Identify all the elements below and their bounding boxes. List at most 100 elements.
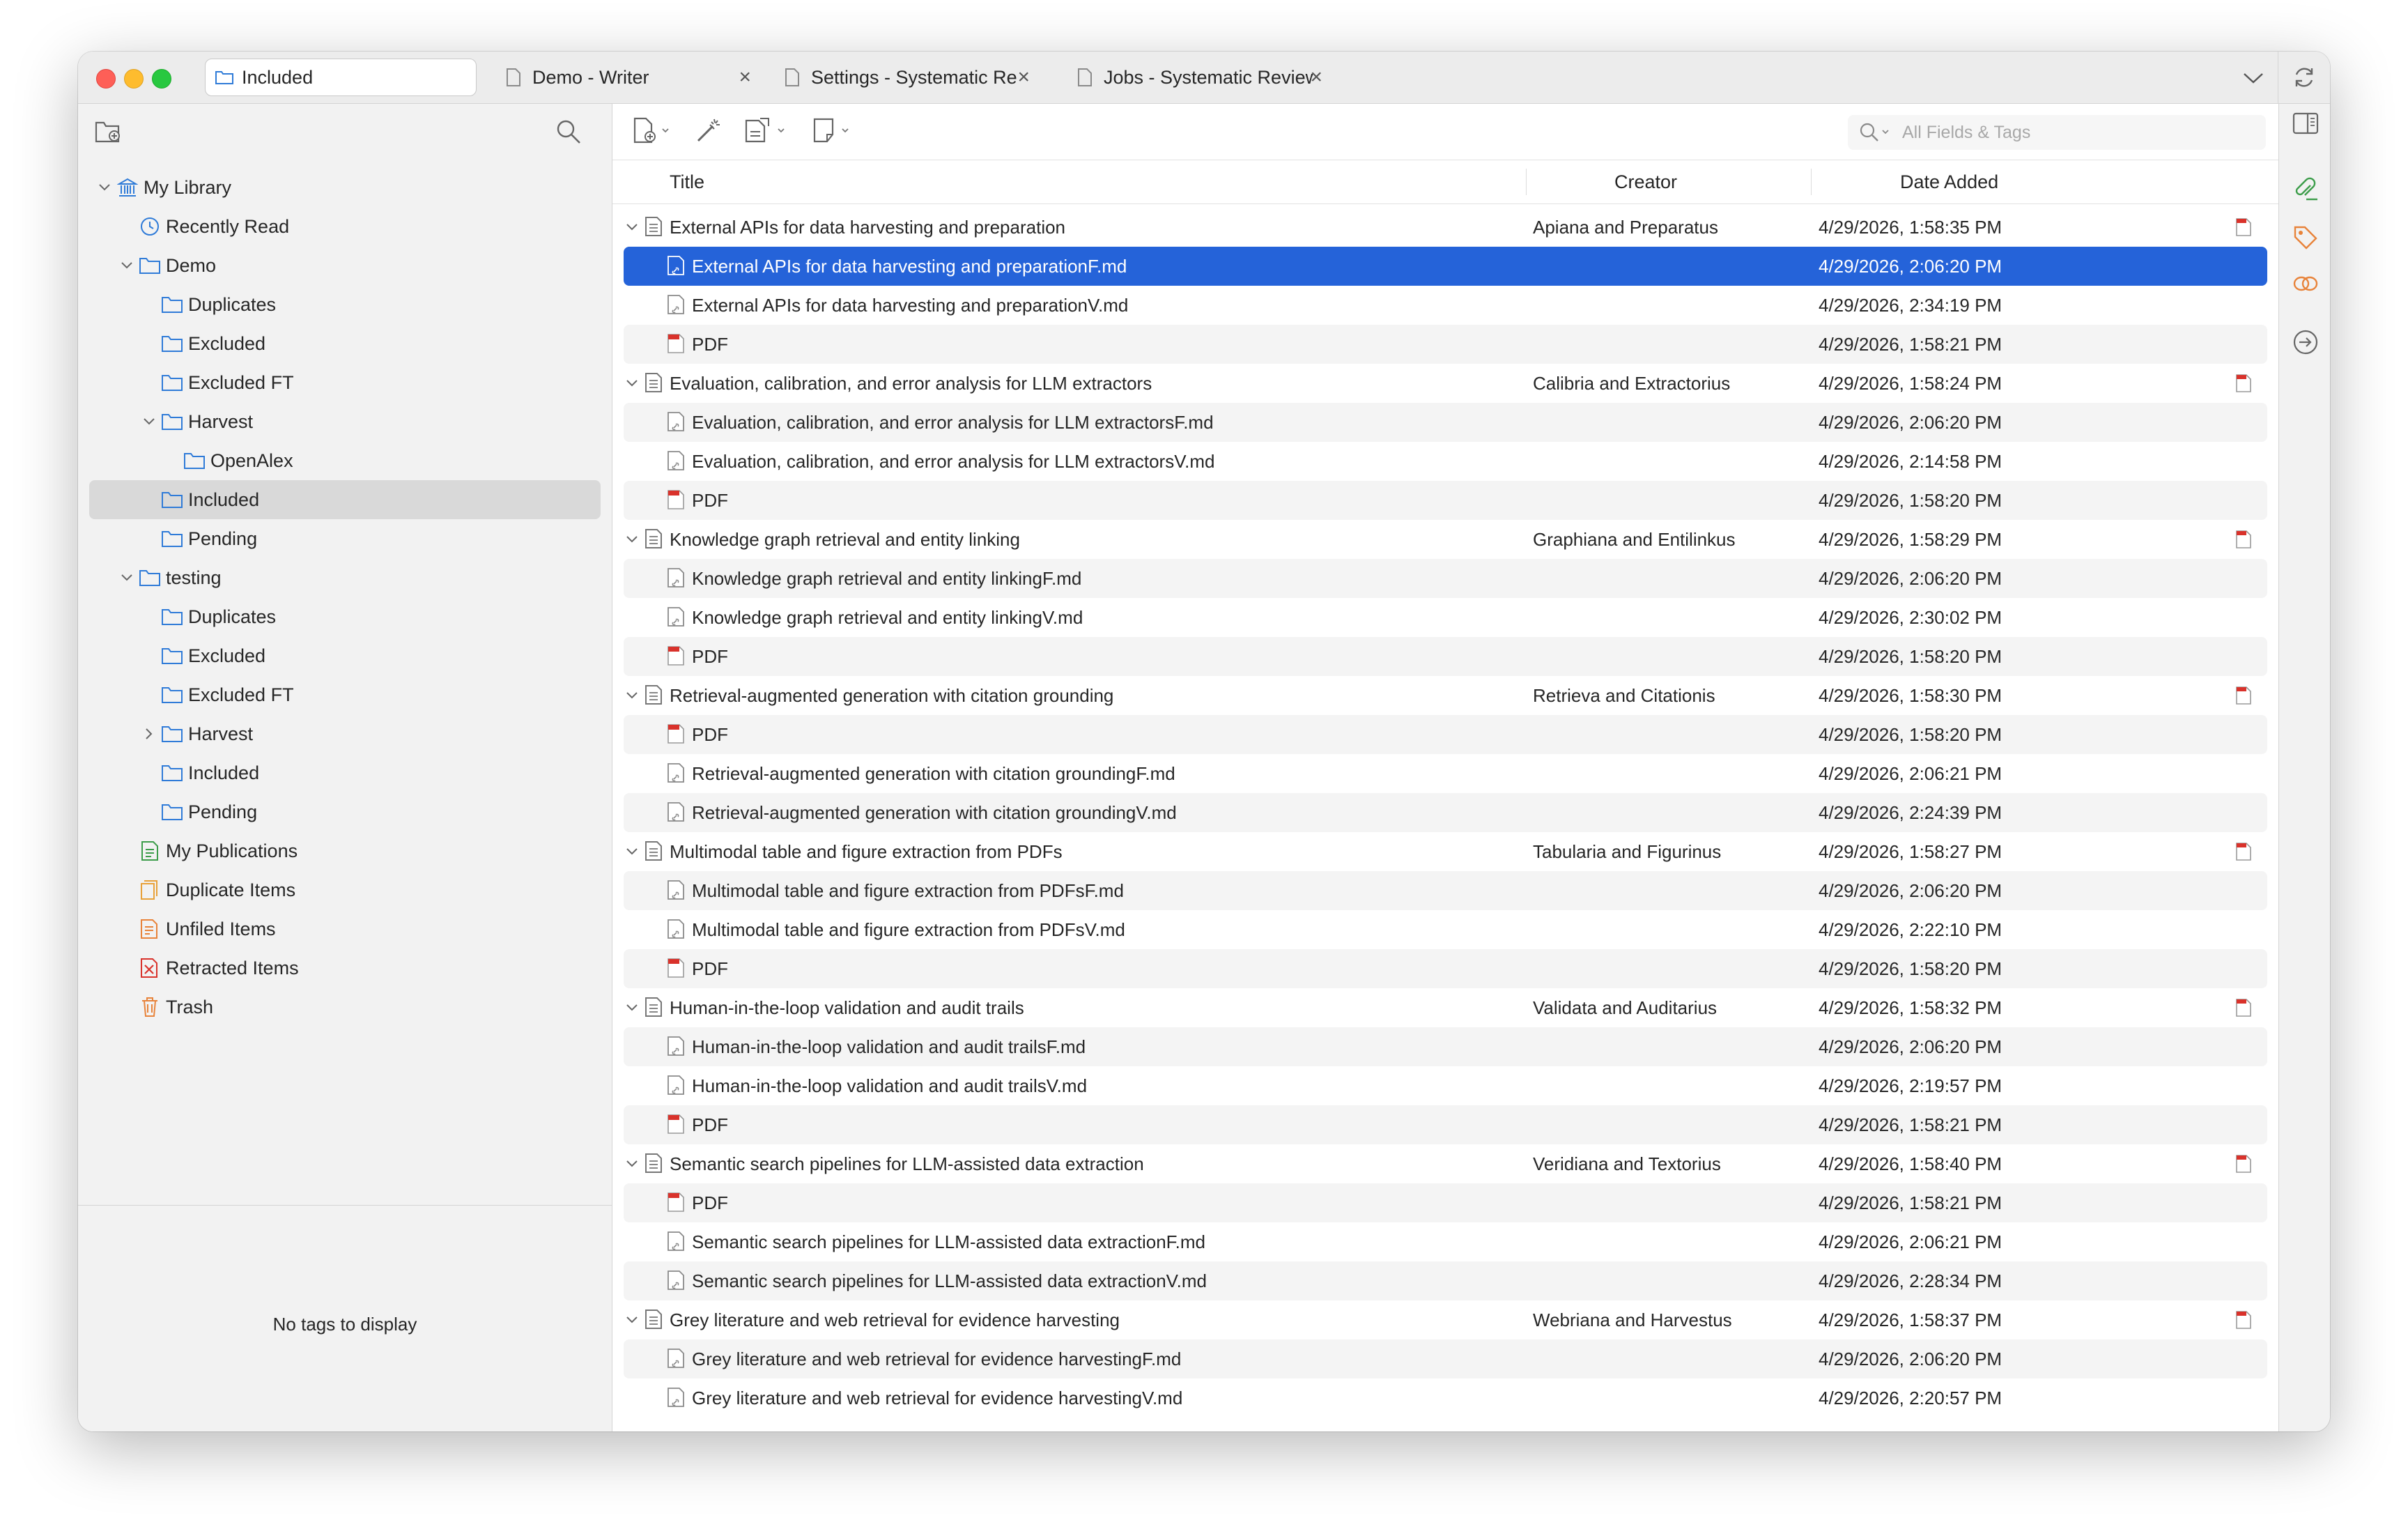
item-row[interactable]: Retrieval-augmented generation with cita…	[624, 676, 2267, 715]
sidebar-item-testing[interactable]: testing	[89, 558, 601, 597]
sidebar-item-unfiled-items[interactable]: Unfiled Items	[89, 909, 601, 949]
attachments-section-icon[interactable]	[2292, 176, 2320, 204]
chevron-down-icon[interactable]	[118, 569, 135, 586]
add-attachment-button[interactable]	[743, 116, 789, 147]
search-collections-icon[interactable]	[553, 118, 584, 146]
sidebar-item-duplicates[interactable]: Duplicates	[89, 285, 601, 324]
item-row[interactable]: Knowledge graph retrieval and entity lin…	[624, 520, 2267, 559]
locate-icon[interactable]	[2292, 328, 2320, 356]
sidebar-item-excluded[interactable]: Excluded	[89, 324, 601, 363]
new-note-button[interactable]	[812, 116, 855, 147]
sidebar-item-excluded-ft[interactable]: Excluded FT	[89, 363, 601, 402]
item-row[interactable]: Human-in-the-loop validation and audit t…	[624, 988, 2267, 1027]
sidebar-item-excluded[interactable]: Excluded	[89, 636, 601, 675]
sidebar-item-pending[interactable]: Pending	[89, 792, 601, 831]
tabs-menu-chevron-icon[interactable]	[2239, 64, 2267, 92]
attachment-row[interactable]: External APIs for data harvesting and pr…	[624, 286, 2267, 325]
pdf-attachment-icon[interactable]	[2235, 530, 2255, 549]
attachment-row[interactable]: External APIs for data harvesting and pr…	[624, 247, 2267, 286]
search-field[interactable]: All Fields & Tags	[1848, 115, 2266, 150]
item-row[interactable]: Evaluation, calibration, and error analy…	[624, 364, 2267, 403]
pdf-attachment-icon[interactable]	[2235, 217, 2255, 237]
close-window-button[interactable]	[96, 69, 116, 89]
new-item-button[interactable]	[632, 116, 672, 147]
attachment-row[interactable]: Knowledge graph retrieval and entity lin…	[624, 559, 2267, 598]
maximize-window-button[interactable]	[152, 69, 171, 89]
item-row[interactable]: External APIs for data harvesting and pr…	[624, 208, 2267, 247]
chevron-down-icon[interactable]	[624, 843, 640, 860]
attachment-row[interactable]: Multimodal table and figure extraction f…	[624, 871, 2267, 910]
tab-demo-writer[interactable]: Demo - Writer ×	[496, 59, 761, 96]
attachment-row[interactable]: PDF 4/29/2026, 1:58:21 PM	[624, 1183, 2267, 1222]
sidebar-item-harvest[interactable]: Harvest	[89, 402, 601, 441]
attachment-row[interactable]: Retrieval-augmented generation with cita…	[624, 793, 2267, 832]
sidebar-item-harvest[interactable]: Harvest	[89, 714, 601, 753]
chevron-down-icon[interactable]	[96, 179, 113, 196]
chevron-down-icon[interactable]	[624, 687, 640, 704]
attachment-row[interactable]: Multimodal table and figure extraction f…	[624, 910, 2267, 949]
attachment-row[interactable]: PDF 4/29/2026, 1:58:20 PM	[624, 949, 2267, 988]
sidebar-item-retracted-items[interactable]: Retracted Items	[89, 949, 601, 988]
sidebar-item-my-publications[interactable]: My Publications	[89, 831, 601, 870]
related-section-icon[interactable]	[2292, 270, 2320, 298]
attachment-row[interactable]: Evaluation, calibration, and error analy…	[624, 442, 2267, 481]
tags-section-icon[interactable]	[2292, 224, 2320, 252]
pdf-attachment-icon[interactable]	[2235, 1310, 2255, 1330]
pdf-attachment-icon[interactable]	[2235, 998, 2255, 1017]
item-row[interactable]: Grey literature and web retrieval for ev…	[624, 1300, 2267, 1339]
sidebar-item-demo[interactable]: Demo	[89, 246, 601, 285]
sidebar-item-included[interactable]: Included	[89, 480, 601, 519]
close-tab-icon[interactable]: ×	[1310, 66, 1322, 89]
pdf-attachment-icon[interactable]	[2235, 842, 2255, 861]
chevron-down-icon[interactable]	[624, 1312, 640, 1328]
attachment-row[interactable]: Human-in-the-loop validation and audit t…	[624, 1027, 2267, 1066]
sidebar-item-recently-read[interactable]: Recently Read	[89, 207, 601, 246]
minimize-window-button[interactable]	[124, 69, 144, 89]
chevron-down-icon[interactable]	[624, 531, 640, 548]
column-creator[interactable]: Creator	[1614, 160, 1677, 203]
sidebar-item-included[interactable]: Included	[89, 753, 601, 792]
attachment-row[interactable]: PDF 4/29/2026, 1:58:21 PM	[624, 325, 2267, 364]
tab-included[interactable]: Included	[205, 59, 477, 96]
column-separator[interactable]	[1811, 169, 1812, 195]
sync-icon[interactable]	[2278, 52, 2330, 103]
sidebar-item-duplicate-items[interactable]: Duplicate Items	[89, 870, 601, 909]
chevron-down-icon[interactable]	[624, 999, 640, 1016]
sidebar-item-my-library[interactable]: My Library	[89, 168, 601, 207]
sidebar-item-trash[interactable]: Trash	[89, 988, 601, 1027]
attachment-row[interactable]: PDF 4/29/2026, 1:58:20 PM	[624, 637, 2267, 676]
pdf-attachment-icon[interactable]	[2235, 374, 2255, 393]
column-date-added[interactable]: Date Added	[1900, 160, 1998, 203]
attachment-row[interactable]: Grey literature and web retrieval for ev…	[624, 1339, 2267, 1378]
attachment-row[interactable]: Semantic search pipelines for LLM-assist…	[624, 1222, 2267, 1261]
column-title[interactable]: Title	[670, 160, 704, 203]
attachment-row[interactable]: Knowledge graph retrieval and entity lin…	[624, 598, 2267, 637]
item-row[interactable]: Multimodal table and figure extraction f…	[624, 832, 2267, 871]
attachment-row[interactable]: Retrieval-augmented generation with cita…	[624, 754, 2267, 793]
toggle-pane-icon[interactable]	[2292, 109, 2320, 137]
sidebar-item-openalex[interactable]: OpenAlex	[89, 441, 601, 480]
attachment-row[interactable]: Evaluation, calibration, and error analy…	[624, 403, 2267, 442]
attachment-row[interactable]: PDF 4/29/2026, 1:58:20 PM	[624, 481, 2267, 520]
chevron-down-icon[interactable]	[118, 257, 135, 274]
close-tab-icon[interactable]: ×	[1017, 66, 1030, 89]
close-tab-icon[interactable]: ×	[739, 66, 751, 89]
column-separator[interactable]	[1526, 169, 1527, 195]
attachment-row[interactable]: Grey literature and web retrieval for ev…	[624, 1378, 2267, 1418]
new-collection-icon[interactable]	[93, 118, 124, 146]
tab-settings[interactable]: Settings - Systematic Re ×	[775, 59, 1040, 96]
item-row[interactable]: Semantic search pipelines for LLM-assist…	[624, 1144, 2267, 1183]
chevron-down-icon[interactable]	[141, 413, 157, 430]
pdf-attachment-icon[interactable]	[2235, 686, 2255, 705]
attachment-row[interactable]: Semantic search pipelines for LLM-assist…	[624, 1261, 2267, 1300]
attachment-row[interactable]: Human-in-the-loop validation and audit t…	[624, 1066, 2267, 1105]
chevron-down-icon[interactable]	[624, 219, 640, 236]
chevron-right-icon[interactable]	[141, 725, 157, 742]
pdf-attachment-icon[interactable]	[2235, 1154, 2255, 1174]
attachment-row[interactable]: PDF 4/29/2026, 1:58:20 PM	[624, 715, 2267, 754]
attachment-row[interactable]: PDF 4/29/2026, 1:58:21 PM	[624, 1105, 2267, 1144]
tab-jobs[interactable]: Jobs - Systematic Review ×	[1067, 59, 1332, 96]
chevron-down-icon[interactable]	[624, 1155, 640, 1172]
sidebar-item-pending[interactable]: Pending	[89, 519, 601, 558]
sidebar-item-excluded-ft[interactable]: Excluded FT	[89, 675, 601, 714]
